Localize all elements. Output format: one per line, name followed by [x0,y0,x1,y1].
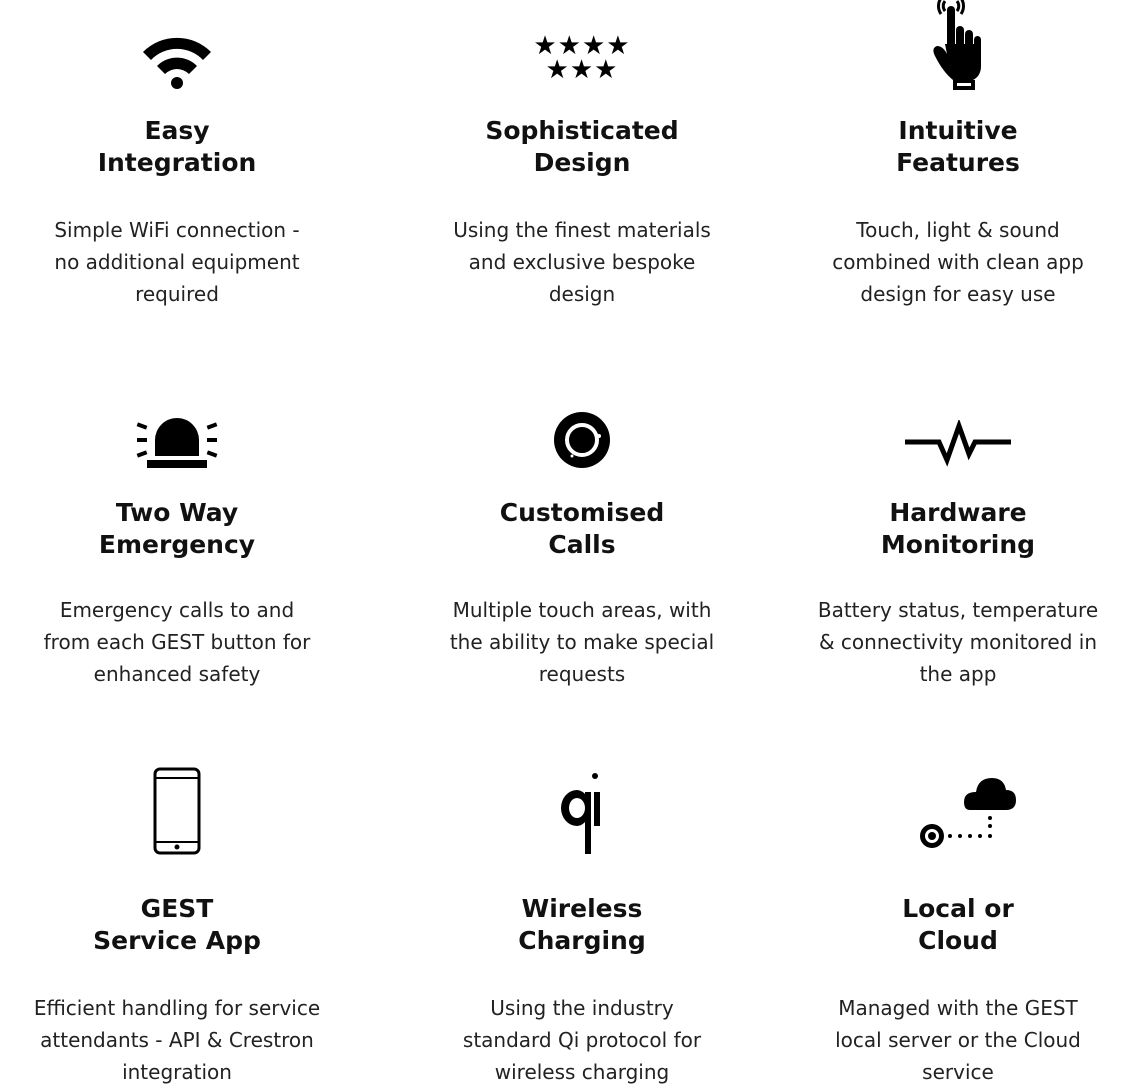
stars-icon: ★★★★ ★★★ [533,31,631,85]
pulse-monitor-icon [905,420,1011,467]
feature-description: Using the industry standard Qi protocol … [462,996,702,1084]
feature-title: Two Way Emergency [98,498,256,559]
feature-title: Local or Cloud [902,894,1014,955]
feature-description: Simple WiFi connection - no additional e… [54,218,300,306]
qi-logo-icon [561,773,600,854]
feature-title: Wireless Charging [518,894,646,955]
feature-description: Battery status, temperature & connectivi… [817,598,1099,686]
call-button-icon [554,412,610,468]
feature-description: Touch, light & sound combined with clean… [832,218,1084,306]
feature-title: Hardware Monitoring [880,498,1036,559]
feature-description: Managed with the GEST local server or th… [835,996,1081,1084]
feature-title: Customised Calls [499,498,665,559]
features-grid: Easy Integration Simple WiFi connection … [0,0,1138,1086]
feature-description: Efficient handling for service attendant… [33,996,321,1084]
feature-title: GEST Service App [93,894,261,955]
touch-hand-icon [933,0,981,90]
feature-description: Using the finest materials and exclusive… [453,218,711,306]
wifi-icon [143,37,211,89]
feature-description: Multiple touch areas, with the ability t… [449,598,715,686]
feature-description: Emergency calls to and from each GEST bu… [43,598,311,686]
local-cloud-icon [920,778,1016,848]
smartphone-icon [153,767,201,855]
emergency-siren-icon [136,418,218,468]
feature-title: Sophisticated Design [485,116,679,177]
feature-title: Easy Integration [97,116,257,177]
feature-title: Intuitive Features [896,116,1020,177]
